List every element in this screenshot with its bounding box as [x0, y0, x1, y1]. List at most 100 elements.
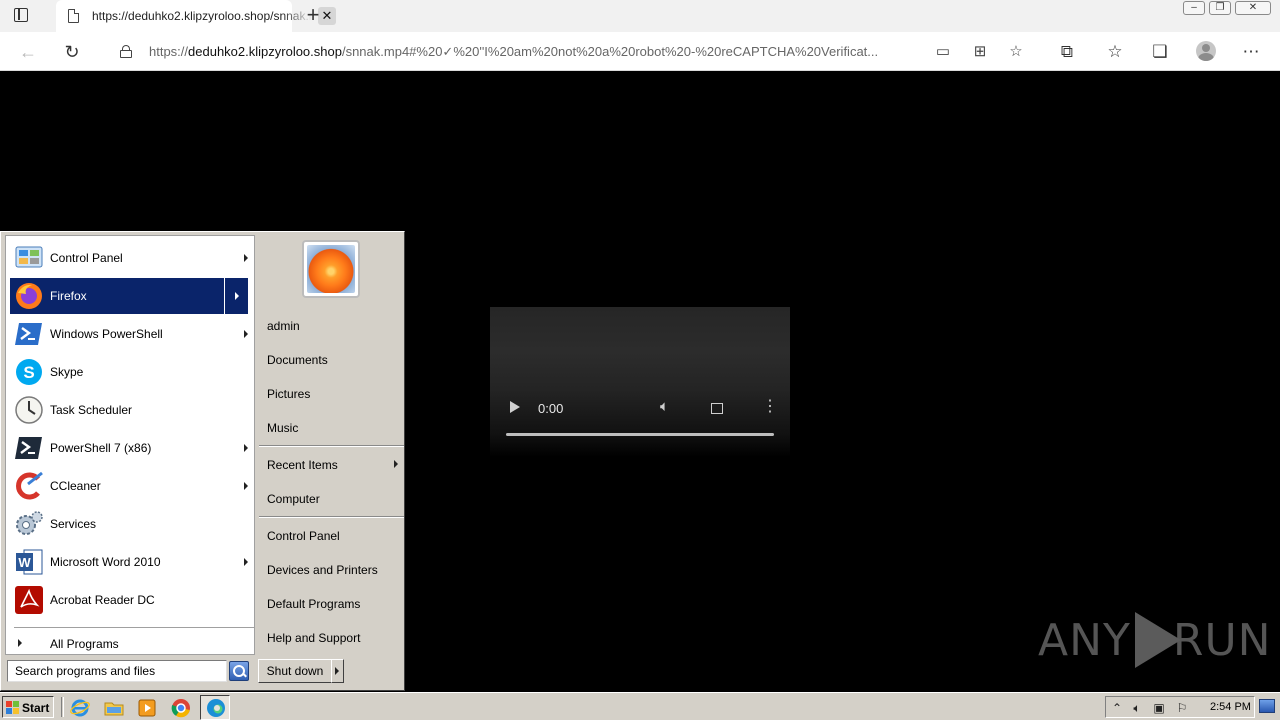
program-ccleaner[interactable]: CCleaner [10, 468, 248, 504]
app-available-icon[interactable]: ⊞ [971, 43, 989, 61]
network-icon[interactable]: ▣ [1151, 700, 1167, 716]
url-host: deduhko2.klipzyroloo.shop [188, 44, 342, 59]
link-pictures[interactable]: Pictures [259, 378, 404, 408]
url-text[interactable]: https://deduhko2.klipzyroloo.shop/snnak.… [149, 44, 929, 60]
tab-actions-icon[interactable] [14, 8, 30, 24]
right-separator [259, 516, 404, 518]
link-devices-printers[interactable]: Devices and Printers [259, 554, 404, 584]
back-button[interactable]: ← [16, 40, 40, 64]
taskbar: Start ⌃ 🔈︎ ▣ ⚐ 2:54 PM [0, 692, 1280, 720]
restore-button[interactable]: ❐ [1209, 1, 1231, 15]
program-label: Firefox [50, 289, 87, 303]
control-panel-icon [15, 246, 43, 268]
fullscreen-icon[interactable] [711, 403, 723, 414]
link-label: Control Panel [267, 529, 340, 543]
url-path: /snnak.mp4#%20✓%20''I%20am%20not%20a%20r… [341, 44, 879, 59]
profile-avatar[interactable] [1196, 41, 1216, 61]
lock-icon[interactable] [120, 45, 132, 58]
tab-title: https://deduhko2.klipzyroloo.shop/snnak.… [92, 9, 312, 23]
powershell-icon [15, 323, 42, 345]
watermark-right-text: RUN [1172, 614, 1272, 666]
program-acrobat-reader[interactable]: Acrobat Reader DC [10, 582, 248, 618]
link-control-panel[interactable]: Control Panel [259, 520, 404, 550]
all-programs-button[interactable]: All Programs [10, 632, 248, 654]
programs-pane: Control Panel Firefox Windows PowerShell [5, 235, 255, 655]
link-label: admin [267, 319, 300, 333]
show-desktop-icon[interactable] [1259, 699, 1275, 713]
page-favicon-icon [68, 9, 79, 23]
program-services[interactable]: Services [10, 506, 248, 542]
link-computer[interactable]: Computer [259, 483, 404, 513]
program-label: Skype [50, 365, 84, 379]
program-label: Windows PowerShell [50, 327, 163, 341]
link-label: Computer [267, 492, 320, 506]
video-more-icon[interactable]: ⋮ [762, 399, 778, 415]
program-microsoft-word[interactable]: W Microsoft Word 2010 [10, 544, 248, 580]
program-task-scheduler[interactable]: Task Scheduler [10, 392, 248, 428]
more-options-icon[interactable]: ⋯ [1240, 41, 1262, 63]
video-time: 0:00 [538, 401, 564, 416]
refresh-button[interactable]: ↻ [60, 40, 84, 64]
quicklaunch-separator [61, 697, 64, 717]
link-music[interactable]: Music [259, 412, 404, 442]
link-label: Default Programs [267, 597, 361, 611]
program-label: Services [50, 517, 97, 531]
program-powershell-7[interactable]: PowerShell 7 (x86) [10, 430, 248, 466]
task-scheduler-icon [15, 396, 43, 424]
shutdown-button[interactable]: Shut down [258, 659, 332, 683]
show-hidden-icons-icon[interactable]: ⌃ [1109, 700, 1125, 716]
new-tab-button[interactable]: + [302, 3, 324, 27]
edge-task-button[interactable] [200, 695, 230, 720]
action-center-flag-icon[interactable]: ⚐ [1174, 700, 1190, 716]
user-picture[interactable] [302, 240, 360, 298]
flower-avatar-icon [307, 245, 355, 293]
link-label: Documents [267, 353, 328, 367]
tab-active[interactable]: https://deduhko2.klipzyroloo.shop/snnak.… [56, 0, 336, 32]
link-recent-items[interactable]: Recent Items [259, 449, 404, 479]
link-admin[interactable]: admin [259, 310, 404, 340]
right-separator [259, 445, 404, 447]
shutdown-options-button[interactable] [331, 659, 344, 683]
navigation-bar: ← ↻ https://deduhko2.klipzyroloo.shop/sn… [0, 32, 1280, 71]
program-windows-powershell[interactable]: Windows PowerShell [10, 316, 248, 352]
play-icon[interactable] [510, 401, 520, 413]
address-bar[interactable]: https://deduhko2.klipzyroloo.shop/snnak.… [102, 35, 1038, 67]
windows-logo-icon [6, 701, 20, 714]
program-skype[interactable]: S Skype [10, 354, 248, 390]
link-label: Help and Support [267, 631, 361, 645]
link-documents[interactable]: Documents [259, 344, 404, 374]
powershell7-icon [15, 437, 42, 459]
programs-separator [14, 627, 254, 629]
program-control-panel[interactable]: Control Panel [10, 240, 248, 276]
program-firefox[interactable]: Firefox [10, 278, 248, 314]
internet-explorer-icon[interactable] [69, 697, 91, 719]
immersive-reader-icon[interactable]: ▭ [934, 43, 952, 61]
extensions-icon[interactable]: ⧉ [1056, 41, 1078, 63]
window-close-button[interactable]: ✕ [1235, 1, 1271, 15]
favorites-icon[interactable]: ☆ [1104, 41, 1126, 63]
video-player[interactable]: 0:00 🔈︎ ⋮ [490, 307, 790, 457]
link-help-support[interactable]: Help and Support [259, 622, 404, 652]
link-default-programs[interactable]: Default Programs [259, 588, 404, 618]
media-player-icon[interactable] [136, 697, 158, 719]
volume-icon[interactable]: 🔈︎ [660, 398, 669, 415]
video-progress-bar[interactable] [506, 433, 774, 436]
program-label: Microsoft Word 2010 [50, 555, 161, 569]
minimize-button[interactable]: – [1183, 1, 1205, 15]
svg-text:S: S [23, 363, 34, 382]
link-label: Pictures [267, 387, 311, 401]
collections-icon[interactable]: ❏ [1149, 41, 1171, 63]
edge-icon [207, 699, 225, 717]
volume-icon[interactable]: 🔈︎ [1129, 700, 1145, 716]
program-label: Acrobat Reader DC [50, 593, 155, 607]
add-favorite-icon[interactable]: ☆ [1007, 43, 1025, 61]
search-input[interactable]: Search programs and files [7, 660, 227, 682]
clock[interactable]: 2:54 PM [1210, 701, 1251, 713]
chrome-icon[interactable] [170, 697, 192, 719]
tab-strip: https://deduhko2.klipzyroloo.shop/snnak.… [0, 0, 1280, 32]
search-icon[interactable] [229, 661, 249, 681]
start-button[interactable]: Start [2, 696, 54, 718]
skype-icon: S [16, 359, 42, 385]
submenu-arrow-icon [244, 444, 248, 452]
file-explorer-icon[interactable] [103, 697, 125, 719]
